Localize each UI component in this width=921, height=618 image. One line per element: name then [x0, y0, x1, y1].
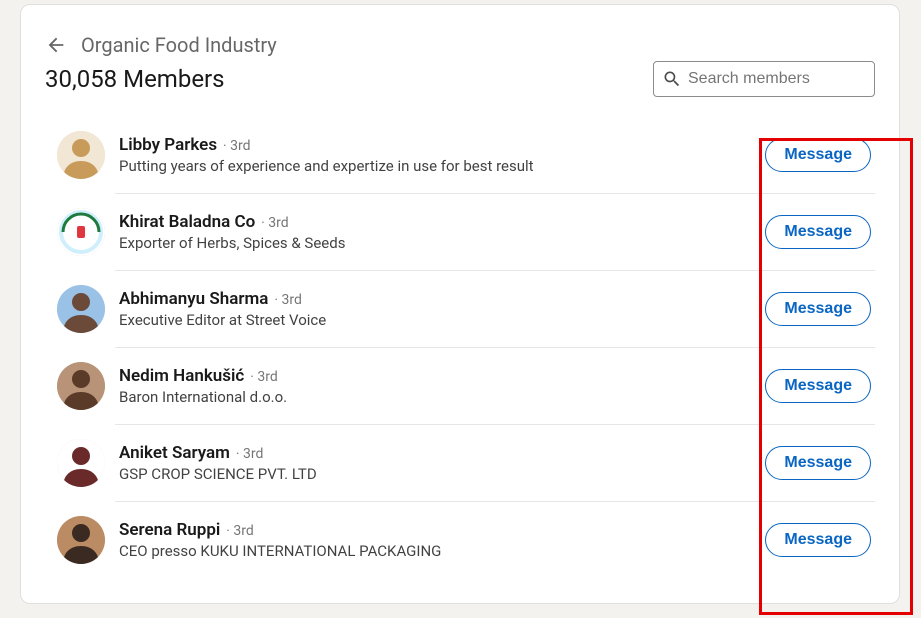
avatar[interactable] — [57, 439, 105, 487]
avatar[interactable] — [57, 516, 105, 564]
member-name[interactable]: Libby Parkes — [119, 135, 217, 155]
member-info: Abhimanyu Sharma · 3rd Executive Editor … — [119, 289, 765, 329]
search-input[interactable] — [688, 70, 866, 88]
member-name[interactable]: Aniket Saryam — [119, 443, 230, 463]
avatar[interactable] — [57, 131, 105, 179]
message-button[interactable]: Message — [765, 523, 871, 557]
member-info: Aniket Saryam · 3rd GSP CROP SCIENCE PVT… — [119, 443, 765, 483]
member-row: Aniket Saryam · 3rd GSP CROP SCIENCE PVT… — [57, 425, 875, 501]
message-button[interactable]: Message — [765, 369, 871, 403]
message-button[interactable]: Message — [765, 138, 871, 172]
connection-degree: · 3rd — [250, 369, 278, 385]
member-name[interactable]: Nedim Hankušić — [119, 366, 244, 386]
member-row: Abhimanyu Sharma · 3rd Executive Editor … — [57, 271, 875, 347]
connection-degree: · 3rd — [223, 138, 251, 154]
message-button[interactable]: Message — [765, 446, 871, 480]
members-panel: Organic Food Industry 30,058 Members Lib… — [20, 4, 900, 604]
member-headline: Putting years of experience and expertiz… — [119, 157, 765, 175]
member-row: Khirat Baladna Co · 3rd Exporter of Herb… — [57, 194, 875, 270]
member-count: 30,058 Members — [45, 65, 225, 93]
connection-degree: · 3rd — [261, 215, 289, 231]
avatar[interactable] — [57, 285, 105, 333]
member-headline: GSP CROP SCIENCE PVT. LTD — [119, 465, 765, 483]
member-headline: Baron International d.o.o. — [119, 388, 765, 406]
search-icon — [662, 69, 682, 89]
avatar[interactable] — [57, 208, 105, 256]
avatar[interactable] — [57, 362, 105, 410]
message-button[interactable]: Message — [765, 215, 871, 249]
back-arrow-icon[interactable] — [45, 34, 67, 56]
member-info: Libby Parkes · 3rd Putting years of expe… — [119, 135, 765, 175]
message-button[interactable]: Message — [765, 292, 871, 326]
search-field[interactable] — [653, 61, 875, 97]
member-info: Nedim Hankušić · 3rd Baron International… — [119, 366, 765, 406]
connection-degree: · 3rd — [226, 523, 254, 539]
member-headline: Exporter of Herbs, Spices & Seeds — [119, 234, 765, 252]
member-name[interactable]: Khirat Baladna Co — [119, 212, 255, 232]
member-headline: Executive Editor at Street Voice — [119, 311, 765, 329]
connection-degree: · 3rd — [236, 446, 264, 462]
member-row: Libby Parkes · 3rd Putting years of expe… — [57, 117, 875, 193]
member-row: Nedim Hankušić · 3rd Baron International… — [57, 348, 875, 424]
member-name[interactable]: Serena Ruppi — [119, 520, 220, 540]
member-headline: CEO presso KUKU INTERNATIONAL PACKAGING — [119, 542, 765, 560]
group-title[interactable]: Organic Food Industry — [81, 33, 277, 57]
member-name[interactable]: Abhimanyu Sharma — [119, 289, 268, 309]
member-row: Serena Ruppi · 3rd CEO presso KUKU INTER… — [57, 502, 875, 578]
member-list: Libby Parkes · 3rd Putting years of expe… — [57, 117, 875, 578]
member-info: Serena Ruppi · 3rd CEO presso KUKU INTER… — [119, 520, 765, 560]
header-row: Organic Food Industry — [45, 33, 875, 57]
header-subrow: 30,058 Members — [45, 61, 875, 97]
member-info: Khirat Baladna Co · 3rd Exporter of Herb… — [119, 212, 765, 252]
connection-degree: · 3rd — [274, 292, 302, 308]
